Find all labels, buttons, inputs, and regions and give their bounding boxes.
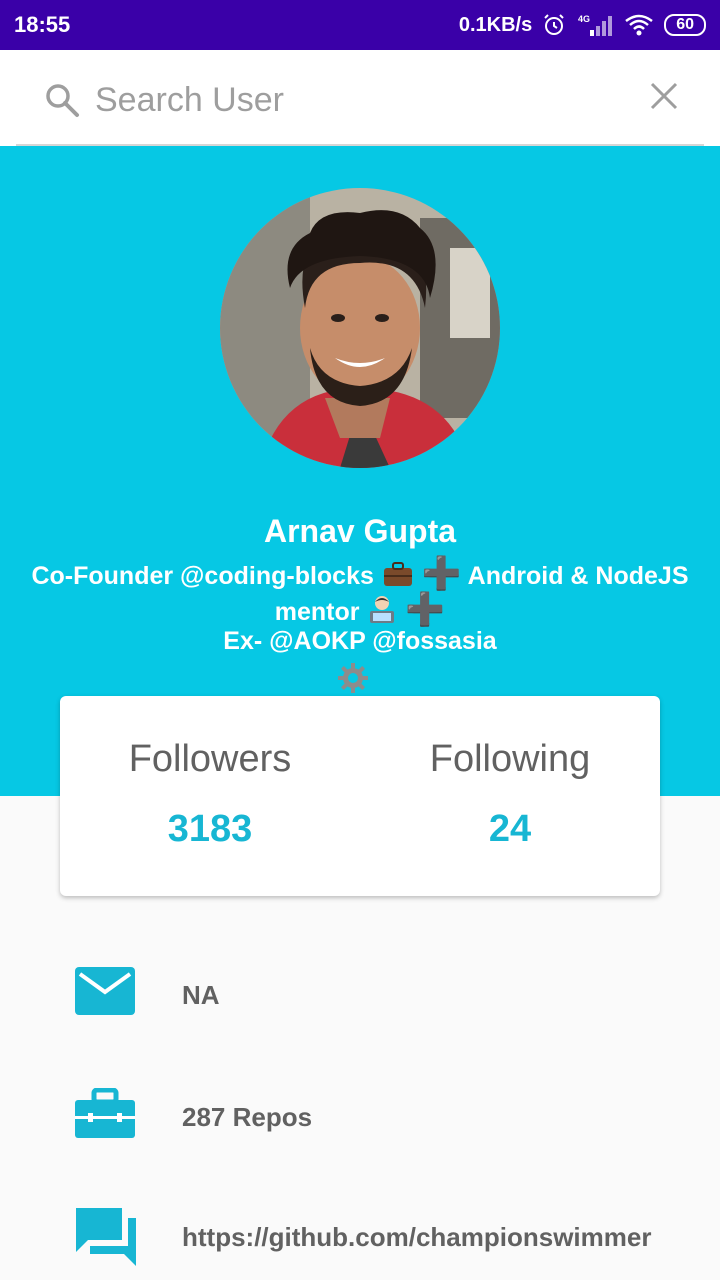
email-text: NA <box>182 980 220 1010</box>
repos-row: 287 Repos <box>0 1082 720 1162</box>
url-row: https://github.com/championswimmer <box>0 1200 720 1280</box>
wifi-icon <box>624 13 654 37</box>
gear-emoji-icon <box>337 662 369 699</box>
following-label: Following <box>429 738 591 780</box>
status-time: 18:55 <box>14 12 71 37</box>
repos-text: 287 Repos <box>182 1102 313 1132</box>
bio-text-tech: Android & NodeJS <box>467 562 689 590</box>
profile-bio-line-1: Co-Founder @coding-blocks ➕ Android & No… <box>0 557 720 595</box>
email-row: NA <box>0 960 720 1040</box>
network-type-label: 4G <box>578 14 590 24</box>
search-bar <box>0 50 720 146</box>
signal-icon: 4G <box>576 13 614 37</box>
followers-label: Followers <box>128 738 292 780</box>
bio-text-company: Co-Founder @coding-blocks <box>31 562 374 590</box>
chat-icon <box>74 1206 138 1273</box>
status-bar: 18:55 0.1KB/s 4G 60 <box>0 0 720 50</box>
followers-stat[interactable]: Followers 3183 <box>60 696 360 896</box>
following-count: 24 <box>488 808 532 850</box>
close-icon[interactable] <box>648 80 680 117</box>
following-stat[interactable]: Following 24 <box>360 696 660 896</box>
status-icons: 0.1KB/s 4G 60 <box>459 13 706 37</box>
search-icon <box>44 82 80 123</box>
avatar <box>220 188 500 468</box>
profile-bio-line-2: mentor ➕ <box>0 591 720 631</box>
technologist-emoji-icon <box>366 594 398 631</box>
email-icon <box>74 966 136 1021</box>
battery-indicator: 60 <box>664 14 706 36</box>
bio-text-role: mentor <box>274 598 360 626</box>
briefcase-icon <box>74 1087 136 1145</box>
profile-name: Arnav Gupta <box>263 513 457 549</box>
profile-url-link[interactable]: https://github.com/championswimmer <box>182 1222 651 1253</box>
followers-count: 3183 <box>167 808 253 850</box>
stats-card: Followers 3183 Following 24 <box>60 696 660 896</box>
alarm-icon <box>542 13 566 37</box>
search-input[interactable] <box>95 72 615 128</box>
plus-emoji-icon-2: ➕ <box>405 591 446 627</box>
plus-emoji-icon: ➕ <box>421 555 462 591</box>
network-speed: 0.1KB/s <box>458 13 533 36</box>
profile-bio-line-3: Ex- @AOKP @fossasia <box>223 627 497 655</box>
